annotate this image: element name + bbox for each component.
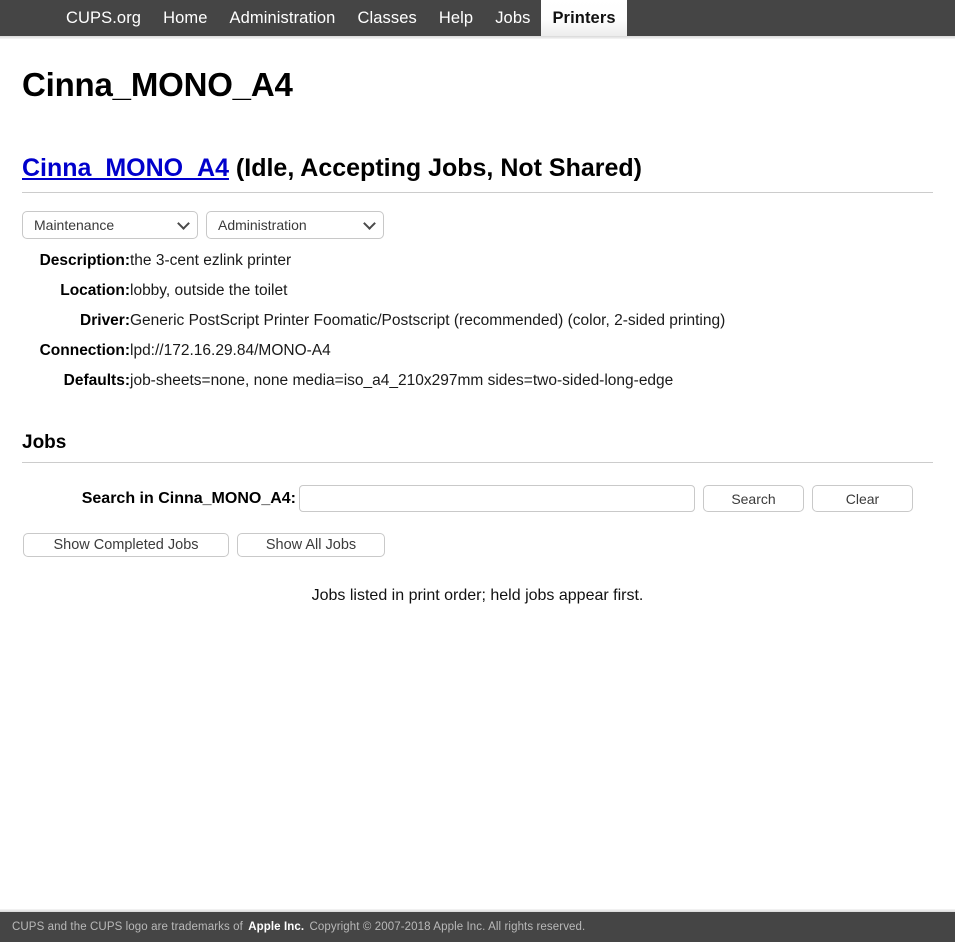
printer-action-selects: Maintenance Administration xyxy=(22,210,933,239)
nav-item-jobs[interactable]: Jobs xyxy=(484,0,541,36)
nav-item-help[interactable]: Help xyxy=(428,0,484,36)
jobs-heading-divider xyxy=(22,462,933,464)
printer-attributes-table: Description: the 3-cent ezlink printer L… xyxy=(22,251,726,401)
footer-text-after: Copyright © 2007-2018 Apple Inc. All rig… xyxy=(306,921,586,933)
apple-inc-link[interactable]: Apple Inc. xyxy=(248,921,304,933)
printer-heading: Cinna_MONO_A4 (Idle, Accepting Jobs, Not… xyxy=(22,153,933,184)
attribute-value-location: lobby, outside the toilet xyxy=(130,281,288,299)
attribute-label-location: Location: xyxy=(60,281,130,299)
main-content: Cinna_MONO_A4 Cinna_MONO_A4 (Idle, Accep… xyxy=(0,65,955,605)
search-label: Search in Cinna_MONO_A4: xyxy=(81,489,296,507)
table-row: Defaults: job-sheets=none, none media=is… xyxy=(22,371,725,401)
jobs-filter-buttons: Show Completed Jobs Show All Jobs xyxy=(22,533,933,558)
maintenance-select-wrapper: Maintenance xyxy=(22,210,198,239)
attribute-value-driver: Generic PostScript Printer Foomatic/Post… xyxy=(130,311,726,329)
maintenance-select[interactable]: Maintenance xyxy=(22,210,198,239)
printer-status-text: (Idle, Accepting Jobs, Not Shared) xyxy=(228,153,642,182)
show-all-jobs-button[interactable]: Show All Jobs xyxy=(237,533,385,558)
nav-item-classes[interactable]: Classes xyxy=(346,0,427,36)
nav-item-cups-org[interactable]: CUPS.org xyxy=(55,0,152,36)
administration-select-wrapper: Administration xyxy=(206,210,384,239)
jobs-order-note: Jobs listed in print order; held jobs ap… xyxy=(311,587,644,605)
nav-item-administration[interactable]: Administration xyxy=(219,0,347,36)
navbar-bottom-strip xyxy=(0,36,955,39)
page-title: Cinna_MONO_A4 xyxy=(22,66,293,103)
table-row: Description: the 3-cent ezlink printer xyxy=(22,251,725,281)
table-row: Connection: lpd://172.16.29.84/MONO-A4 xyxy=(22,341,725,371)
attribute-label-description: Description: xyxy=(39,251,130,269)
page-footer: CUPS and the CUPS logo are trademarks of… xyxy=(0,912,955,942)
printer-heading-divider xyxy=(22,191,933,193)
attribute-label-defaults: Defaults: xyxy=(63,371,130,389)
show-completed-jobs-button[interactable]: Show Completed Jobs xyxy=(23,533,229,558)
clear-button[interactable]: Clear xyxy=(812,485,913,513)
attribute-value-connection: lpd://172.16.29.84/MONO-A4 xyxy=(130,341,331,359)
main-navigation-bar: CUPS.org Home Administration Classes Hel… xyxy=(0,0,955,36)
printer-name-link[interactable]: Cinna_MONO_A4 xyxy=(22,154,229,182)
table-row: Driver: Generic PostScript Printer Fooma… xyxy=(22,311,725,341)
search-input[interactable] xyxy=(299,485,695,513)
search-button[interactable]: Search xyxy=(703,485,804,513)
attribute-label-connection: Connection: xyxy=(39,341,130,359)
attribute-value-description: the 3-cent ezlink printer xyxy=(130,251,292,269)
nav-item-printers[interactable]: Printers xyxy=(541,0,627,36)
administration-select[interactable]: Administration xyxy=(206,210,384,239)
table-row: Location: lobby, outside the toilet xyxy=(22,281,725,311)
attribute-label-driver: Driver: xyxy=(80,311,130,329)
attribute-value-defaults: job-sheets=none, none media=iso_a4_210x2… xyxy=(130,371,674,389)
nav-item-home[interactable]: Home xyxy=(152,0,218,36)
jobs-section-heading: Jobs xyxy=(22,432,67,454)
footer-text-before: CUPS and the CUPS logo are trademarks of xyxy=(12,921,247,933)
job-search-row: Search in Cinna_MONO_A4: Search Clear xyxy=(22,485,933,513)
